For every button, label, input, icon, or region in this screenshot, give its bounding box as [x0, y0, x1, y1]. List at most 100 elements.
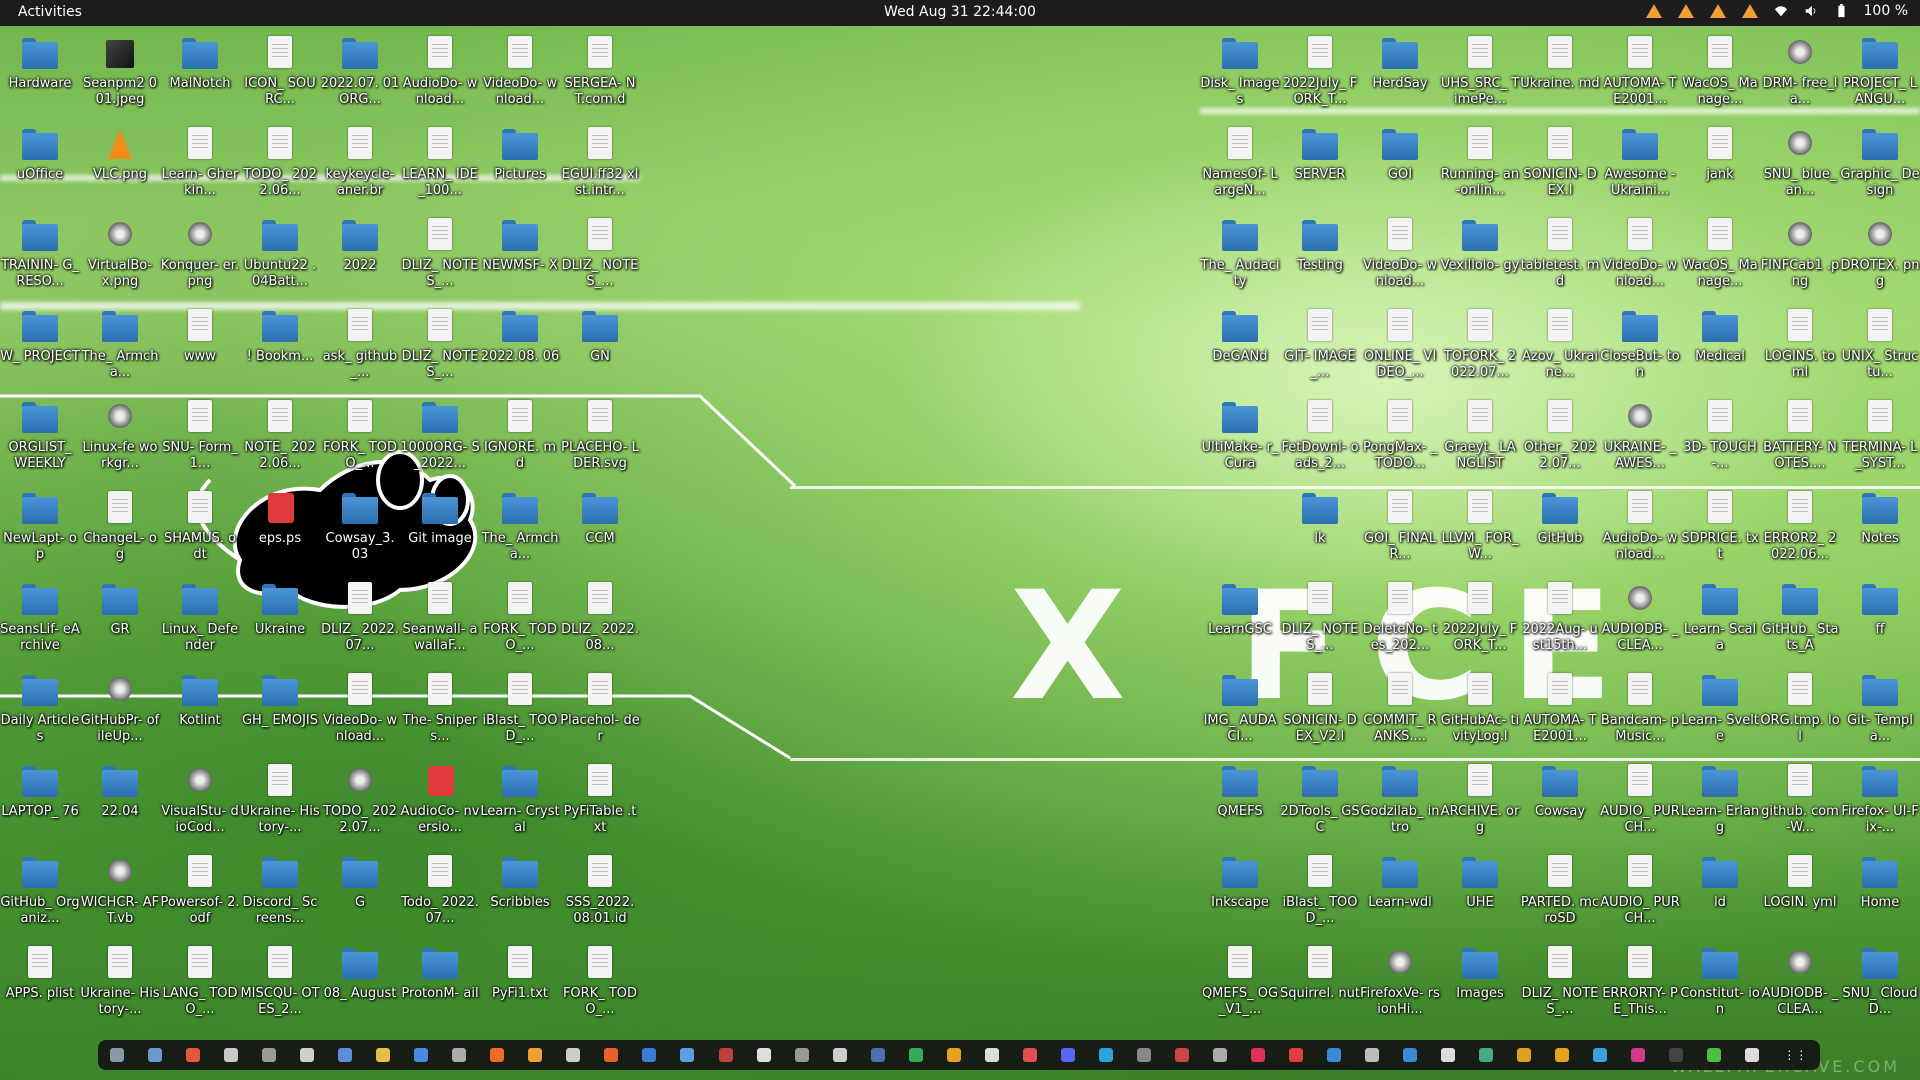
- desktop-icon[interactable]: Images: [1440, 938, 1520, 1028]
- dock-app-icon[interactable]: [756, 1048, 771, 1062]
- desktop-icon[interactable]: VideoDo- wnload...: [1360, 210, 1440, 300]
- desktop-icon[interactable]: ONLINE_ VIDEO_...: [1360, 301, 1440, 391]
- desktop-icon[interactable]: GitHub: [1520, 483, 1600, 573]
- desktop-icon[interactable]: NamesOf- LargeN...: [1200, 119, 1280, 209]
- desktop-icon[interactable]: ! Bookm...: [240, 301, 320, 391]
- battery-percent[interactable]: 100 %: [1864, 3, 1908, 19]
- desktop-icon[interactable]: Hardware: [0, 28, 80, 118]
- desktop-icon[interactable]: GIT- IMAGE_...: [1280, 301, 1360, 391]
- dock-app-icon[interactable]: [604, 1048, 619, 1062]
- warning-icon[interactable]: [1645, 4, 1662, 18]
- desktop-icon[interactable]: Learn- Gherkin...: [160, 119, 240, 209]
- desktop-icon[interactable]: IMG_ AUDACI...: [1200, 665, 1280, 755]
- desktop-icon[interactable]: Git- Templa...: [1840, 665, 1920, 755]
- dock-app-icon[interactable]: [1479, 1048, 1494, 1062]
- dock-app-icon[interactable]: [642, 1048, 657, 1062]
- desktop-icon[interactable]: FirefoxVe- rsionHi...: [1360, 938, 1440, 1028]
- desktop-icon[interactable]: TODO_ 2022.07...: [320, 756, 400, 846]
- desktop-icon[interactable]: PLACEHO- LDER.svg: [560, 392, 640, 482]
- desktop-icon[interactable]: Ubuntu22 .04Batt...: [240, 210, 320, 300]
- desktop-icon[interactable]: lk: [1280, 483, 1360, 573]
- desktop-icon[interactable]: DLIZ_ NOTES_...: [400, 301, 480, 391]
- dock-app-icon[interactable]: [1098, 1048, 1113, 1062]
- desktop-icon[interactable]: Learn- Crystal: [480, 756, 560, 846]
- dock-app-icon[interactable]: [832, 1048, 847, 1062]
- desktop-icon[interactable]: IGNORE. md: [480, 392, 560, 482]
- desktop-icon[interactable]: AudioDo- wnload...: [1600, 483, 1680, 573]
- desktop-icon[interactable]: VisualStu- dioCod...: [160, 756, 240, 846]
- desktop-icon[interactable]: 1000ORG- S_2022...: [400, 392, 480, 482]
- desktop-icon[interactable]: ERRORTY- PE_This...: [1600, 938, 1680, 1028]
- desktop-icon[interactable]: SeansLif- eArchive: [0, 574, 80, 664]
- desktop-icon[interactable]: Running- an-onlin...: [1440, 119, 1520, 209]
- dock-app-icon[interactable]: [1288, 1048, 1303, 1062]
- dock-app-icon[interactable]: [452, 1048, 467, 1062]
- desktop-icon[interactable]: UKRAINE- _AWES...: [1600, 392, 1680, 482]
- desktop-icon[interactable]: Konquer- er.png: [160, 210, 240, 300]
- desktop-icon[interactable]: AUDIODB- _CLEA...: [1600, 574, 1680, 664]
- wifi-icon[interactable]: [1774, 4, 1788, 18]
- desktop-icon[interactable]: github. com-W...: [1760, 756, 1840, 846]
- desktop-icon[interactable]: TOFORK_ 2022.07...: [1440, 301, 1520, 391]
- desktop-icon[interactable]: AudioDo- wnload...: [400, 28, 480, 118]
- desktop-icon[interactable]: Cowsay_3. 03: [320, 483, 400, 573]
- desktop-icon[interactable]: ask_ github_...: [320, 301, 400, 391]
- desktop-icon[interactable]: Pictures: [480, 119, 560, 209]
- desktop-icon[interactable]: GOI_ FINALR...: [1360, 483, 1440, 573]
- desktop-icon[interactable]: uOffice: [0, 119, 80, 209]
- desktop-icon[interactable]: AUDIO_ PURCH...: [1600, 847, 1680, 937]
- desktop-icon[interactable]: DeGANd: [1200, 301, 1280, 391]
- system-tray[interactable]: 100 %: [1645, 3, 1908, 19]
- desktop-icon[interactable]: QMEFS: [1200, 756, 1280, 846]
- desktop-icon[interactable]: FORK_ TODO_...: [480, 574, 560, 664]
- desktop-icon[interactable]: WacOS_ Manage...: [1680, 210, 1760, 300]
- desktop-icon[interactable]: Graphic_ Design: [1840, 119, 1920, 209]
- desktop-icon[interactable]: PongMax- _TODO...: [1360, 392, 1440, 482]
- desktop-icon[interactable]: 2022July_ FORK_T...: [1280, 28, 1360, 118]
- desktop-icon[interactable]: VirtualBo- x.png: [80, 210, 160, 300]
- desktop-icon[interactable]: DeleteNo- tes_202...: [1360, 574, 1440, 664]
- desktop-icon[interactable]: Medical: [1680, 301, 1760, 391]
- desktop-icon[interactable]: Disk_ Images: [1200, 28, 1280, 118]
- dock-app-icon[interactable]: [1441, 1048, 1456, 1062]
- desktop-icon[interactable]: LOGIN. yml: [1760, 847, 1840, 937]
- dock-app-icon[interactable]: [1060, 1048, 1075, 1062]
- battery-icon[interactable]: [1834, 4, 1848, 18]
- desktop-icon[interactable]: TODO_ 2022.06...: [240, 119, 320, 209]
- desktop-icon[interactable]: FORK_ TODO_...: [320, 392, 400, 482]
- desktop-icon[interactable]: Git image: [400, 483, 480, 573]
- desktop-icon[interactable]: SERVER: [1280, 119, 1360, 209]
- clock[interactable]: Wed Aug 31 22:44:00: [0, 4, 1920, 20]
- dock-app-icon[interactable]: [1593, 1048, 1608, 1062]
- desktop-icon[interactable]: GitHubAc- tivityLog.l: [1440, 665, 1520, 755]
- dock-app-icon[interactable]: [262, 1048, 277, 1062]
- dock-app-icon[interactable]: [300, 1048, 315, 1062]
- desktop-icon[interactable]: MISCQU- OTES_2...: [240, 938, 320, 1028]
- dock-app-icon[interactable]: [1517, 1048, 1532, 1062]
- dock-app-icon[interactable]: [680, 1048, 695, 1062]
- desktop-icon[interactable]: UHS_SRC_ TimePe...: [1440, 28, 1520, 118]
- desktop-icon[interactable]: PROJECT_ LANGU...: [1840, 28, 1920, 118]
- desktop-icon[interactable]: ORGLIST_ WEEKLY: [0, 392, 80, 482]
- desktop-icon[interactable]: NOTE_ 2022.06...: [240, 392, 320, 482]
- desktop-icon[interactable]: 2022Aug- ust15th...: [1520, 574, 1600, 664]
- desktop-icon[interactable]: GitHub_ Stats_A: [1760, 574, 1840, 664]
- desktop-icon[interactable]: SNU_ blue_an...: [1760, 119, 1840, 209]
- desktop-icon[interactable]: iBlast_ TOOD_...: [480, 665, 560, 755]
- desktop-icon[interactable]: 22.04: [80, 756, 160, 846]
- dock-app-icon[interactable]: [1327, 1048, 1342, 1062]
- dock-app-icon[interactable]: [1707, 1048, 1722, 1062]
- desktop-icon[interactable]: Todo_ 2022.07...: [400, 847, 480, 937]
- desktop-icon[interactable]: GitHubPr- ofileUp...: [80, 665, 160, 755]
- desktop-icon[interactable]: ARCHIVE. org: [1440, 756, 1520, 846]
- desktop-icon[interactable]: SONICIN- DEX_V2.l: [1280, 665, 1360, 755]
- desktop-icon[interactable]: Powersof- 2.odf: [160, 847, 240, 937]
- dock-app-icon[interactable]: [718, 1048, 733, 1062]
- desktop-icon[interactable]: GN: [560, 301, 640, 391]
- desktop-icon[interactable]: G: [320, 847, 400, 937]
- desktop-icon[interactable]: NewLapt- op: [0, 483, 80, 573]
- dock-app-icon[interactable]: [1669, 1048, 1684, 1062]
- desktop-icon[interactable]: LAPTOP_ 76: [0, 756, 80, 846]
- desktop-icon[interactable]: Notes: [1840, 483, 1920, 573]
- desktop-icon[interactable]: DLIZ_ NOTES_...: [1520, 938, 1600, 1028]
